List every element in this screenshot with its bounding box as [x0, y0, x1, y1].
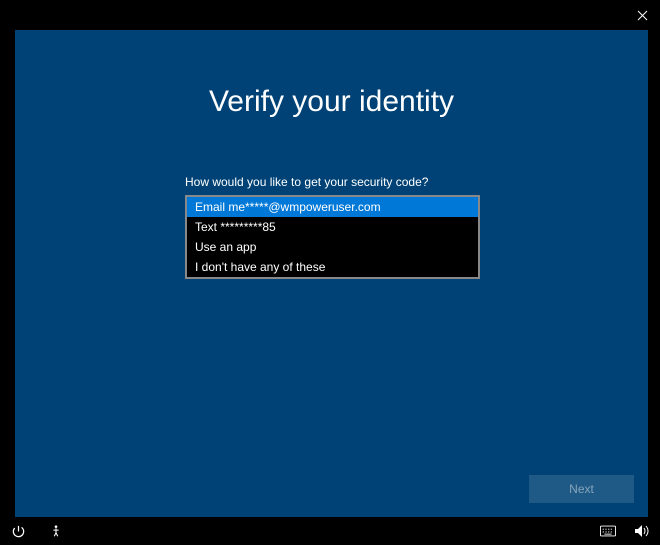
power-icon[interactable] — [10, 523, 26, 539]
prompt-text: How would you like to get your security … — [185, 175, 428, 189]
option-email[interactable]: Email me*****@wmpoweruser.com — [187, 197, 478, 217]
option-none[interactable]: I don't have any of these — [187, 257, 478, 277]
page-title: Verify your identity — [15, 85, 648, 119]
close-icon[interactable] — [636, 9, 648, 21]
taskbar — [0, 517, 660, 545]
option-text[interactable]: Text *********85 — [187, 217, 478, 237]
main-panel: Verify your identity How would you like … — [15, 30, 648, 517]
next-button-label: Next — [569, 482, 594, 496]
titlebar — [0, 0, 660, 30]
verification-method-dropdown[interactable]: Email me*****@wmpoweruser.com Text *****… — [185, 195, 480, 279]
next-button[interactable]: Next — [529, 475, 634, 503]
accessibility-icon[interactable] — [48, 523, 64, 539]
keyboard-icon[interactable] — [600, 523, 616, 539]
option-app[interactable]: Use an app — [187, 237, 478, 257]
volume-icon[interactable] — [634, 523, 650, 539]
